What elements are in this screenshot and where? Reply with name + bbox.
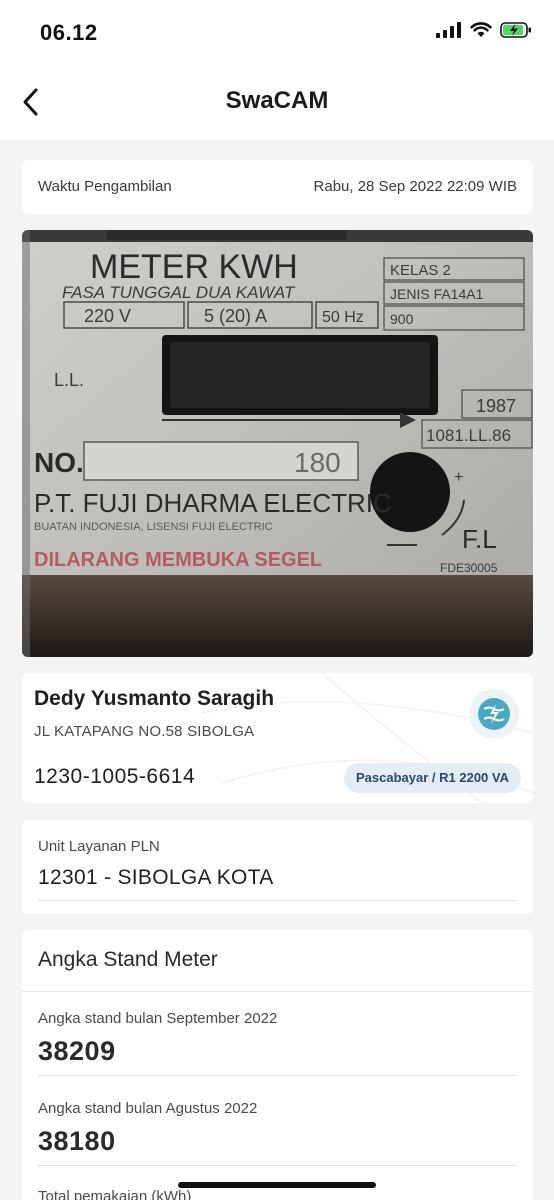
reading-september-value: 38209 [38,1036,116,1066]
divider [38,1165,517,1166]
meter-serial-text: 1081.LL.86 [426,426,511,445]
meter-fl-text: F.L [462,524,497,554]
wifi-icon [470,22,492,37]
meter-made-in-text: BUATAN INDONESIA, LISENSI FUJI ELECTRIC [34,521,273,533]
meter-rev-text: 900 [390,311,414,327]
meter-no-text: NO. [34,447,84,478]
status-time: 06.12 [40,20,98,45]
meter-stand-card: Angka Stand Meter Angka stand bulan Sept… [22,930,533,1200]
meter-seal-text: DILARANG MEMBUKA SEGEL [34,549,322,571]
status-bar: 06.12 [0,0,554,64]
meter-code-text: FDE30005 [440,561,498,575]
customer-id: 1230-1005-6614 [34,765,196,788]
pln-logo-icon [469,689,519,739]
nav-bar: SwaCAM [0,64,554,140]
meter-voltage-text: 220 V [84,306,131,326]
signal-icon [436,22,461,38]
capture-time-card: Waktu Pengambilan Rabu, 28 Sep 2022 22:0… [22,160,533,214]
service-unit-label: Unit Layanan PLN [38,838,160,855]
reading-august-value: 38180 [38,1126,116,1156]
meter-kelas-text: KELAS 2 [390,262,451,279]
total-usage-label: Total pemakaian (kWh) [38,1188,192,1200]
meter-jenis-text: JENIS FA14A1 [390,286,484,302]
meter-current-text: 5 (20) A [204,306,267,326]
service-unit-value: 12301 - SIBOLGA KOTA [38,866,274,889]
home-indicator[interactable] [178,1182,376,1188]
divider [38,1075,517,1076]
meter-line1-text: FASA TUNGGAL DUA KAWAT [62,283,296,302]
page-title: SwaCAM [225,87,329,114]
battery-charging-icon [500,22,531,38]
meter-ll-text: L.L. [54,370,84,390]
tariff-badge: Pascabayar / R1 2200 VA [344,763,521,793]
reading-september-label: Angka stand bulan September 2022 [38,1010,278,1027]
meter-maker-text: P.T. FUJI DHARMA ELECTRIC [34,488,392,518]
divider [22,991,533,992]
capture-time-label: Waktu Pengambilan [38,178,172,195]
status-icons [436,22,532,38]
customer-address: JL KATAPANG NO.58 SIBOLGA [34,723,255,740]
meter-year-text: 1987 [476,396,516,416]
meter-photo-image: METER KWH FASA TUNGGAL DUA KAWAT 220 V 5… [22,230,533,657]
divider [38,900,517,901]
meter-frequency-text: 50 Hz [322,309,364,326]
reading-august-label: Angka stand bulan Agustus 2022 [38,1100,258,1117]
meter-photo[interactable]: METER KWH FASA TUNGGAL DUA KAWAT 220 V 5… [22,230,533,657]
meter-no-value-text: 180 [294,447,341,478]
svg-text:+: + [454,469,463,486]
service-unit-card: Unit Layanan PLN 12301 - SIBOLGA KOTA [22,820,533,914]
customer-card: Dedy Yusmanto Saragih JL KATAPANG NO.58 … [22,673,533,803]
customer-name: Dedy Yusmanto Saragih [34,687,275,710]
meter-stand-title: Angka Stand Meter [38,948,218,971]
meter-title-text: METER KWH [90,248,298,286]
capture-time-value: Rabu, 28 Sep 2022 22:09 WIB [313,178,517,195]
